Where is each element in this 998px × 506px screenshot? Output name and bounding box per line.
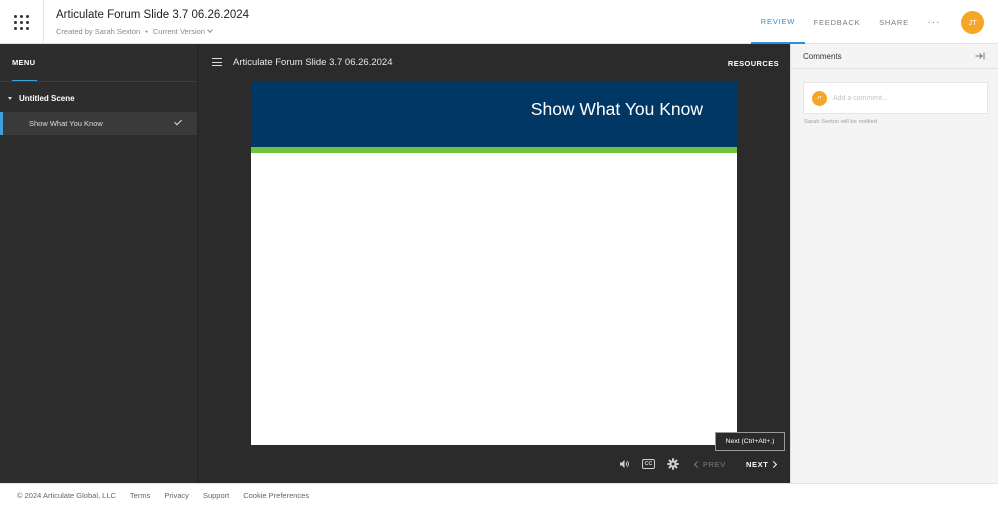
user-avatar[interactable]: JT: [961, 11, 984, 34]
resources-button[interactable]: RESOURCES: [728, 59, 779, 68]
comments-title: Comments: [803, 52, 842, 61]
scene-title: Untitled Scene: [19, 94, 75, 103]
apps-grid-icon: [14, 14, 29, 30]
chevron-left-icon: [693, 460, 702, 469]
menu-divider: [0, 81, 197, 82]
caret-down-icon: [8, 97, 12, 100]
prev-label: PREV: [703, 460, 726, 469]
course-title: Articulate Forum Slide 3.7 06.26.2024: [233, 57, 393, 68]
prev-button[interactable]: PREV: [693, 460, 726, 469]
menu-item-show-what-you-know[interactable]: Show What You Know: [0, 112, 197, 135]
terms-link[interactable]: Terms: [130, 491, 150, 500]
tab-feedback[interactable]: FEEDBACK: [805, 0, 869, 44]
notify-text: Sarah Sexton will be notified: [804, 119, 878, 125]
hamburger-menu-icon[interactable]: [212, 58, 222, 69]
project-subtitle: Created by Sarah Sexton • Current Version: [56, 27, 213, 36]
chevron-right-icon: [770, 460, 778, 469]
slide-menu-panel: MENU Untitled Scene Show What You Know: [0, 44, 198, 483]
apps-menu-button[interactable]: [0, 0, 44, 44]
next-button[interactable]: NEXT: [746, 460, 778, 469]
check-icon: [174, 117, 182, 126]
collapse-panel-icon[interactable]: [975, 52, 985, 60]
created-by-label: Created by Sarah Sexton: [56, 27, 141, 36]
version-dropdown[interactable]: Current Version: [152, 27, 213, 36]
tab-share[interactable]: SHARE: [869, 0, 919, 44]
next-tooltip: Next (Ctrl+Alt+.): [715, 432, 785, 451]
comment-input[interactable]: [833, 90, 983, 106]
tab-menu[interactable]: MENU: [12, 58, 37, 82]
version-label: Current Version: [152, 27, 205, 36]
volume-icon[interactable]: [619, 459, 630, 469]
course-player: Articulate Forum Slide 3.7 06.26.2024 RE…: [198, 44, 790, 483]
slide-header-bar: Show What You Know: [251, 82, 737, 147]
copyright-text: © 2024 Articulate Global, LLC: [17, 490, 116, 500]
slide-stage: Show What You Know: [251, 82, 737, 445]
header-tabs: REVIEW FEEDBACK SHARE ···: [751, 0, 949, 44]
commenter-avatar: JT: [812, 91, 827, 106]
player-controls: CC PREV NEXT: [198, 454, 790, 476]
slide-accent-stripe: [251, 147, 737, 153]
top-header: Articulate Forum Slide 3.7 06.26.2024 Cr…: [0, 0, 998, 44]
chevron-down-icon: [207, 27, 213, 33]
support-link[interactable]: Support: [203, 491, 229, 500]
menu-item-label: Show What You Know: [29, 119, 103, 128]
project-title: Articulate Forum Slide 3.7 06.26.2024: [56, 9, 250, 21]
slide-heading: Show What You Know: [530, 99, 703, 119]
separator-dot: •: [145, 27, 148, 36]
tab-review[interactable]: REVIEW: [751, 0, 805, 44]
comment-composer: JT: [803, 82, 988, 114]
gear-icon[interactable]: [667, 458, 679, 470]
next-label: NEXT: [746, 460, 769, 469]
comments-header: Comments: [791, 44, 998, 69]
scene-toggle[interactable]: Untitled Scene: [8, 94, 75, 103]
cookie-preferences-link[interactable]: Cookie Preferences: [243, 491, 309, 500]
closed-captions-button[interactable]: CC: [642, 459, 655, 469]
more-options-button[interactable]: ···: [919, 0, 949, 44]
page-footer: © 2024 Articulate Global, LLC Terms Priv…: [0, 483, 998, 506]
comments-panel: Comments JT Sarah Sexton will be notifie…: [790, 44, 998, 483]
privacy-link[interactable]: Privacy: [164, 491, 189, 500]
